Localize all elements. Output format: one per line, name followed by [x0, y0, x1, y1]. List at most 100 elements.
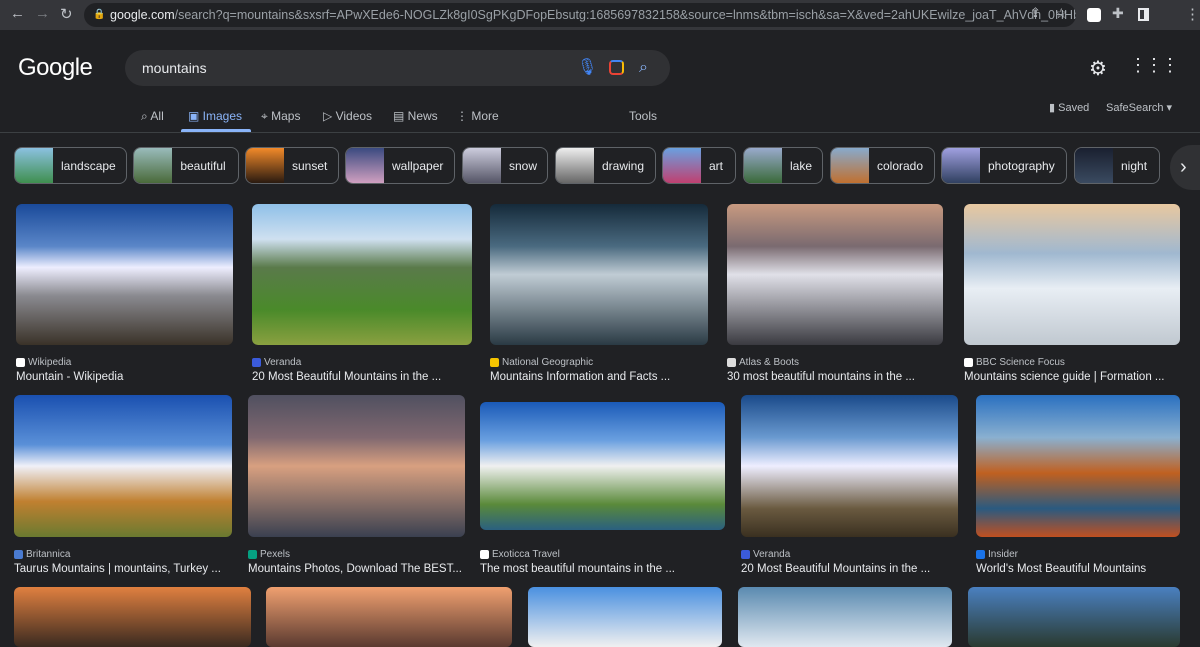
chip-photography[interactable]: photography	[941, 147, 1067, 184]
result-title[interactable]: Mountain - Wikipedia	[16, 371, 233, 383]
tab-images[interactable]: ▣ Images	[188, 109, 242, 123]
chips-next-arrow-icon[interactable]: ›	[1170, 145, 1200, 190]
chip-lake[interactable]: lake	[743, 147, 823, 184]
divider	[0, 132, 1200, 133]
result-thumbnail[interactable]	[248, 395, 465, 537]
image-result[interactable]: BBC Science Focus Mountains science guid…	[964, 204, 1180, 383]
image-result[interactable]	[738, 587, 952, 647]
image-result[interactable]: Britannica Taurus Mountains | mountains,…	[14, 395, 232, 575]
chip-sunset[interactable]: sunset	[245, 147, 339, 184]
result-source[interactable]: Pexels	[248, 549, 465, 560]
favicon-icon	[480, 550, 489, 559]
result-title[interactable]: 20 Most Beautiful Mountains in the ...	[741, 563, 958, 575]
image-result[interactable]	[266, 587, 512, 647]
puzzle-icon[interactable]: ✚	[1112, 5, 1124, 22]
result-source[interactable]: Atlas & Boots	[727, 357, 943, 368]
reload-icon[interactable]: ↻	[60, 5, 73, 23]
search-icon[interactable]: ⌕	[639, 50, 648, 86]
chip-snow[interactable]: snow	[462, 147, 548, 184]
back-icon[interactable]: ←	[10, 5, 25, 22]
favicon-icon	[976, 550, 985, 559]
result-thumbnail[interactable]	[16, 204, 233, 345]
result-title[interactable]: Mountains science guide | Formation ...	[964, 371, 1180, 383]
favicon-icon	[727, 358, 736, 367]
result-thumbnail[interactable]	[490, 204, 708, 345]
image-result[interactable]	[14, 587, 251, 647]
menu-icon[interactable]: ⋮	[1185, 5, 1200, 23]
share-icon[interactable]: ⇪	[1030, 5, 1041, 21]
result-source[interactable]: Britannica	[14, 549, 232, 560]
chip-night[interactable]: night	[1074, 147, 1160, 184]
chip-landscape[interactable]: landscape	[14, 147, 127, 184]
result-thumbnail[interactable]	[14, 395, 232, 537]
microphone-icon[interactable]: 🎙	[577, 50, 597, 86]
result-thumbnail[interactable]	[741, 395, 958, 537]
chip-beautiful[interactable]: beautiful	[133, 147, 239, 184]
chip-thumbnail	[942, 148, 980, 183]
saved-button[interactable]: ▮ Saved	[1049, 101, 1089, 114]
extension-icon[interactable]	[1087, 8, 1101, 22]
chip-thumbnail	[1075, 148, 1113, 183]
address-bar[interactable]: 🔒 google.com/search?q=mountains&sxsrf=APw…	[84, 3, 1076, 27]
chip-label: sunset	[292, 158, 328, 173]
safesearch-button[interactable]: SafeSearch ▾	[1106, 101, 1172, 114]
apps-grid-icon[interactable]: ⋮⋮⋮	[1129, 55, 1179, 76]
lens-icon[interactable]	[609, 60, 624, 75]
chip-drawing[interactable]: drawing	[555, 147, 656, 184]
result-thumbnail[interactable]	[480, 402, 725, 530]
favicon-icon	[248, 550, 257, 559]
chip-label: beautiful	[180, 158, 226, 173]
result-title[interactable]: 20 Most Beautiful Mountains in the ...	[252, 371, 472, 383]
bookmark-star-icon[interactable]: ☆	[1055, 5, 1068, 22]
favicon-icon	[14, 550, 23, 559]
chip-art[interactable]: art	[662, 147, 736, 184]
image-result[interactable]	[968, 587, 1180, 647]
result-source[interactable]: Insider	[976, 549, 1180, 560]
tab-videos[interactable]: ▷ Videos	[323, 109, 372, 123]
image-result[interactable]: Pexels Mountains Photos, Download The BE…	[248, 395, 465, 575]
search-input[interactable]: mountains 🎙 ⌕	[125, 50, 670, 86]
chip-label: art	[709, 158, 724, 173]
browser-toolbar: ← → ↻ 🔒 google.com/search?q=mountains&sxs…	[0, 0, 1200, 30]
result-title[interactable]: Mountains Information and Facts ...	[490, 371, 708, 383]
tab-maps[interactable]: ⌖ Maps	[261, 109, 300, 124]
image-result[interactable]: Wikipedia Mountain - Wikipedia	[16, 204, 233, 383]
result-title[interactable]: The most beautiful mountains in the ...	[480, 563, 725, 575]
result-thumbnail[interactable]	[727, 204, 943, 345]
result-thumbnail[interactable]	[964, 204, 1180, 345]
image-result[interactable]: Veranda 20 Most Beautiful Mountains in t…	[252, 204, 472, 383]
settings-gear-icon[interactable]: ⚙	[1089, 56, 1107, 81]
result-thumbnail[interactable]	[976, 395, 1180, 537]
chip-label: landscape	[61, 158, 116, 173]
sidepanel-icon[interactable]	[1138, 8, 1149, 21]
image-result[interactable]: Atlas & Boots 30 most beautiful mountain…	[727, 204, 943, 383]
chip-colorado[interactable]: colorado	[830, 147, 935, 184]
favicon-icon	[252, 358, 261, 367]
image-result[interactable]	[528, 587, 722, 647]
forward-icon[interactable]: →	[35, 5, 50, 22]
chip-thumbnail	[463, 148, 501, 183]
result-source[interactable]: Wikipedia	[16, 357, 233, 368]
image-result[interactable]: Insider World's Most Beautiful Mountains	[976, 395, 1180, 575]
result-source[interactable]: National Geographic	[490, 357, 708, 368]
result-title[interactable]: Mountains Photos, Download The BEST...	[248, 563, 465, 575]
tab-news[interactable]: ▤ News	[393, 109, 438, 123]
tools-button[interactable]: Tools	[629, 109, 657, 123]
chip-wallpaper[interactable]: wallpaper	[345, 147, 455, 184]
tab-all[interactable]: ⌕ All	[141, 109, 164, 124]
result-title[interactable]: World's Most Beautiful Mountains	[976, 563, 1180, 575]
result-source[interactable]: Veranda	[252, 357, 472, 368]
image-result[interactable]: Exoticca Travel The most beautiful mount…	[480, 402, 725, 575]
google-logo[interactable]: Google	[18, 54, 93, 82]
image-result[interactable]: Veranda 20 Most Beautiful Mountains in t…	[741, 395, 958, 575]
result-source[interactable]: BBC Science Focus	[964, 357, 1180, 368]
favicon-icon	[490, 358, 499, 367]
result-title[interactable]: Taurus Mountains | mountains, Turkey ...	[14, 563, 232, 575]
tab-more[interactable]: ⋮ More	[456, 109, 499, 123]
chip-label: lake	[790, 158, 813, 173]
result-source[interactable]: Veranda	[741, 549, 958, 560]
result-thumbnail[interactable]	[252, 204, 472, 345]
image-result[interactable]: National Geographic Mountains Informatio…	[490, 204, 708, 383]
result-title[interactable]: 30 most beautiful mountains in the ...	[727, 371, 943, 383]
result-source[interactable]: Exoticca Travel	[480, 549, 725, 560]
